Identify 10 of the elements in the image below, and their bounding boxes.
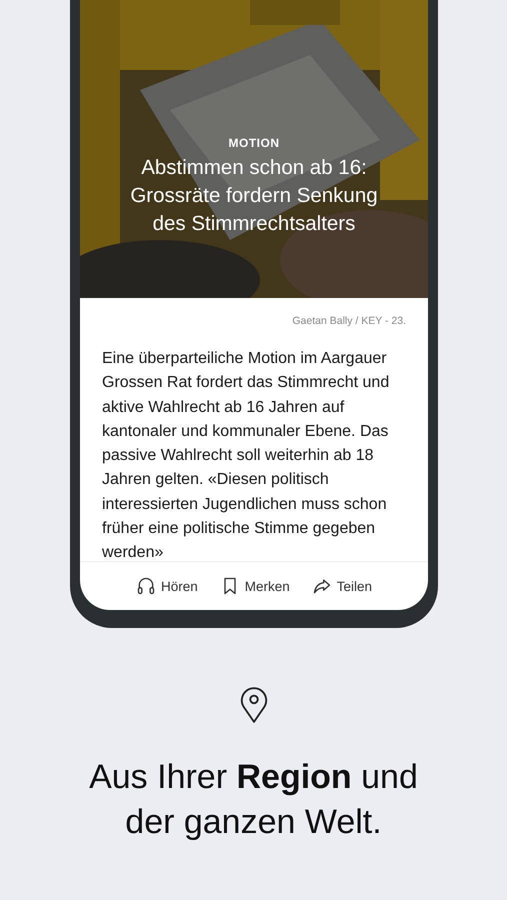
share-button[interactable]: Teilen (310, 572, 374, 600)
tagline: Aus Ihrer Region und der ganzen Welt. (88, 757, 419, 843)
location-pin-icon (238, 685, 268, 725)
photo-credit: Gaetan Bally / KEY - 23. (291, 314, 407, 327)
category-label: MOTION (228, 136, 280, 150)
headline: Abstimmen schon ab 16: Grossräte fordern Senkung des Stimmrechtsalters (129, 155, 379, 237)
listen-button[interactable]: Hören (134, 572, 200, 600)
bookmark-button[interactable]: Merken (218, 572, 292, 600)
article-text: Eine überparteiliche Motion im Aargauer Grossen Rat fordert das Stimmrecht und aktive Wahlrecht ab 16 Jahren auf kantonaler und kommunaler Ebene. Das passive Wahlrecht soll weiterhin ab 18 Jahren gelten. «Diesen politisch interessierten Jugendlichen muss schon früher eine politische Stimme gegeben werden» (102, 349, 390, 561)
headphones-icon (136, 576, 156, 596)
